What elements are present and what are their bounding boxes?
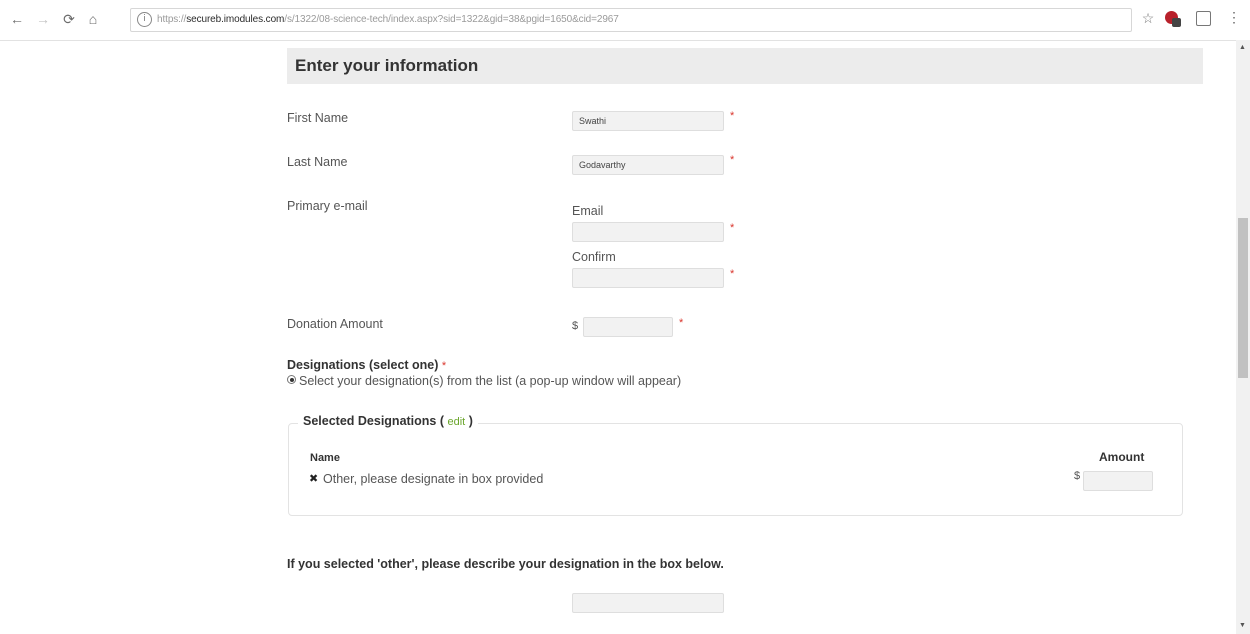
reload-icon[interactable]: ⟳ [60,10,78,28]
forward-arrow-icon[interactable]: → [34,10,52,28]
designation-amount-field[interactable] [1083,471,1153,491]
section-header: Enter your information [287,48,1203,84]
email-sublabel: Email [572,204,604,218]
first-name-field[interactable]: Swathi [572,111,724,131]
last-name-required-marker: * [730,154,735,166]
email-required-marker: * [730,222,735,234]
scroll-up-arrow-icon[interactable]: ▲ [1239,44,1246,51]
last-name-field[interactable]: Godavarthy [572,155,724,175]
browser-toolbar: ← → ⟳ ⌂ i https://secureb.imodules.com/s… [0,0,1250,41]
scroll-down-arrow-icon[interactable]: ▼ [1239,622,1246,629]
amount-column-header: Amount [1099,450,1145,464]
home-icon[interactable]: ⌂ [84,10,102,28]
url-text[interactable]: https://secureb.imodules.com/s/1322/08-s… [157,9,1117,31]
bookmark-star-icon[interactable]: ☆ [1139,10,1157,27]
extension-2-icon[interactable] [1196,11,1211,26]
remove-designation-icon[interactable]: ✖ [309,472,318,485]
extension-icon[interactable] [1165,11,1181,27]
donation-required-marker: * [679,317,684,329]
confirm-email-required-marker: * [730,268,735,280]
donation-amount-field[interactable] [583,317,673,337]
designations-required-marker: * [441,360,447,372]
back-arrow-icon[interactable]: ← [8,10,26,28]
designation-name: Other, please designate in box provided [323,472,544,486]
designations-heading: Designations (select one) * [287,358,446,372]
legend-close: ) [468,414,473,428]
designation-radio[interactable] [287,375,296,384]
email-field[interactable] [572,222,724,242]
first-name-label: First Name [287,111,349,125]
url-host: secureb.imodules.com [186,14,285,25]
url-path: /s/1322/08-science-tech/index.aspx?sid=1… [284,14,619,25]
donation-currency-symbol: $ [572,320,579,332]
legend-text: Selected Designations ( [303,414,445,428]
designations-title: Designations (select one) [287,358,439,372]
designation-option[interactable]: Select your designation(s) from the list… [287,374,681,388]
other-designation-field[interactable] [572,593,724,613]
selected-designations-box [288,423,1183,516]
site-info-icon[interactable]: i [137,12,152,27]
confirm-email-field[interactable] [572,268,724,288]
page-scrollbar[interactable]: ▲ ▼ [1236,40,1250,634]
confirm-sublabel: Confirm [572,250,616,264]
other-designation-prompt: If you selected 'other', please describe… [287,557,724,571]
section-title: Enter your information [295,56,479,75]
browser-menu-icon[interactable]: ⋮ [1227,9,1241,26]
designation-currency-symbol: $ [1074,470,1081,482]
primary-email-label: Primary e-mail [287,199,368,213]
donation-amount-label: Donation Amount [287,317,383,331]
url-scheme: https:// [157,14,187,25]
last-name-label: Last Name [287,155,348,169]
designation-option-label: Select your designation(s) from the list… [299,374,682,388]
address-bar[interactable]: i https://secureb.imodules.com/s/1322/08… [130,8,1132,32]
scroll-thumb[interactable] [1238,218,1248,378]
first-name-required-marker: * [730,110,735,122]
edit-designations-link[interactable]: edit [448,416,466,428]
name-column-header: Name [310,452,340,464]
selected-designations-legend: Selected Designations ( edit ) [298,414,478,428]
